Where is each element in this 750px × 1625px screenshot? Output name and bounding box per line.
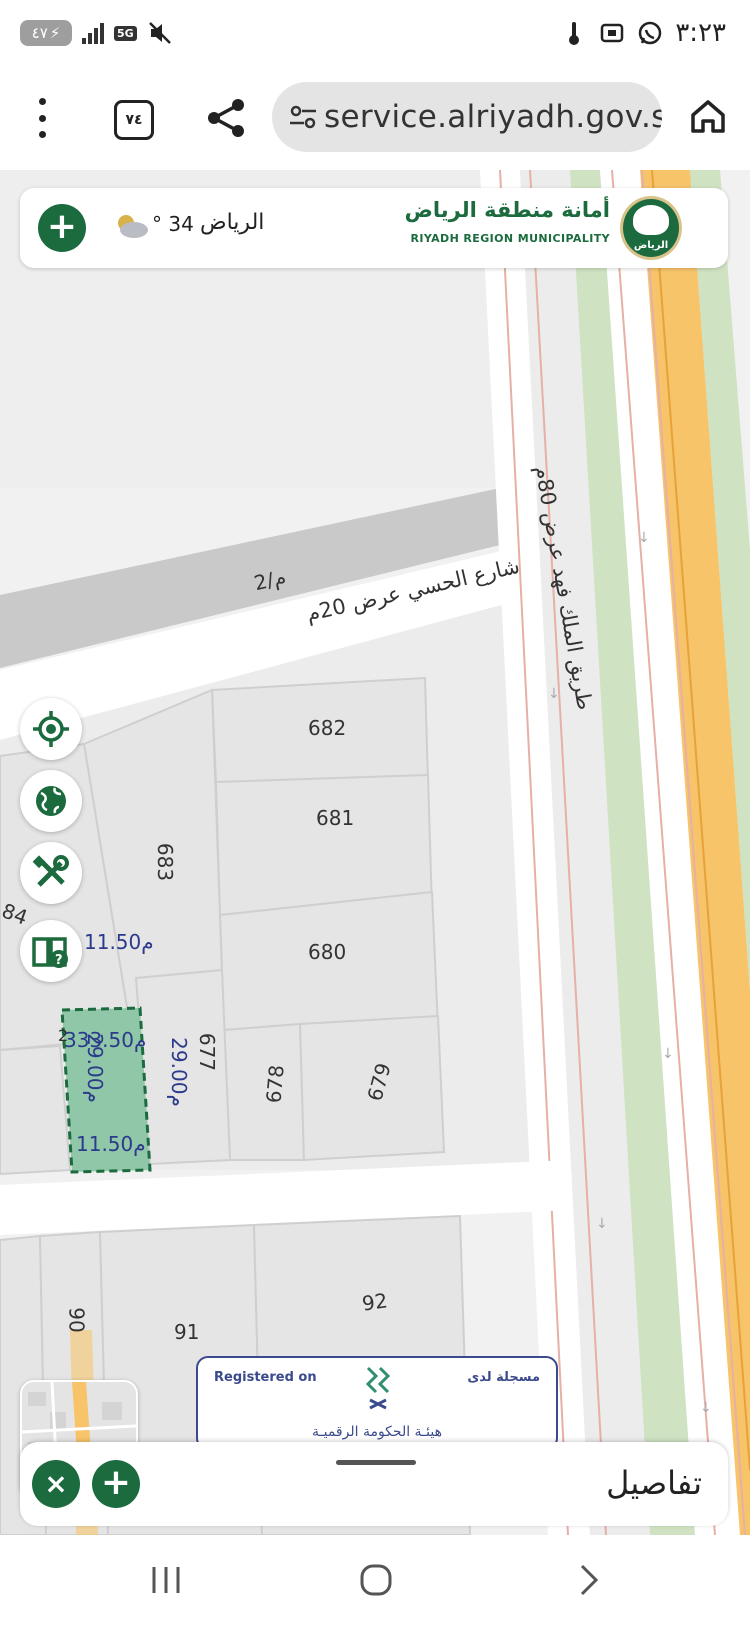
logo-emblem bbox=[633, 205, 669, 235]
city-name: الرياض bbox=[200, 210, 265, 235]
weather-icon bbox=[118, 215, 148, 238]
clock: ٣:٢٣ bbox=[675, 18, 726, 48]
guide-button[interactable]: ? bbox=[20, 920, 82, 982]
tab-count: ٧٤ bbox=[125, 112, 143, 128]
tools-icon bbox=[32, 855, 69, 887]
parcel-678: 678 bbox=[261, 1063, 289, 1105]
parcel-91: 91 bbox=[174, 1320, 200, 1344]
registered-on-label: Registered on bbox=[214, 1370, 317, 1385]
status-right: ٣:٢٣ bbox=[561, 18, 726, 48]
svg-text:↓: ↓ bbox=[596, 1216, 608, 1232]
dimension-bottom: 11.50م bbox=[76, 1132, 146, 1156]
browser-toolbar: ٧٤ service.alriyadh.gov.sa bbox=[0, 70, 750, 170]
svg-text:?: ? bbox=[55, 953, 63, 968]
registration-badge[interactable]: Registered on مسجلة لدى هيئـة الحكومة ال… bbox=[196, 1356, 558, 1450]
add-button-sheet[interactable]: + bbox=[92, 1460, 140, 1508]
svg-text:↓: ↓ bbox=[700, 1400, 712, 1416]
close-button[interactable]: × bbox=[32, 1460, 80, 1508]
status-left: ٤٧ ⚡ 5G bbox=[20, 20, 173, 46]
mute-icon bbox=[148, 22, 171, 44]
tools-button[interactable] bbox=[20, 842, 82, 904]
dimension-left: 29.00م bbox=[82, 1033, 107, 1103]
svg-text:↓: ↓ bbox=[662, 1046, 674, 1062]
status-bar: ٤٧ ⚡ 5G ٣:٢٣ bbox=[0, 0, 750, 70]
site-settings-icon[interactable] bbox=[288, 104, 318, 130]
parcel-682: 682 bbox=[308, 716, 347, 740]
authority-name: هيئـة الحكومة الرقميـة bbox=[312, 1424, 442, 1440]
parcel-90: 90 bbox=[64, 1307, 89, 1333]
menu-icon[interactable] bbox=[30, 98, 54, 138]
dimension-right: 29.00م bbox=[166, 1037, 191, 1107]
sheet-drag-handle[interactable] bbox=[336, 1460, 416, 1465]
parcel-683: 683 bbox=[153, 842, 178, 882]
locate-button[interactable] bbox=[20, 698, 82, 760]
network-type: 5G bbox=[114, 25, 137, 41]
parcel-92: 92 bbox=[360, 1288, 389, 1316]
parcel-680: 680 bbox=[308, 940, 347, 964]
screen-record-icon bbox=[599, 20, 625, 46]
logo-text: الرياض bbox=[633, 240, 669, 251]
org-name-ar: أمانة منطقة الرياض bbox=[404, 198, 610, 222]
home-nav-icon[interactable] bbox=[346, 1557, 406, 1603]
battery-level: ٤٧ bbox=[31, 24, 48, 42]
map-base[interactable]: ↓ ↓ ↓ ↓ ↓ bbox=[0, 170, 750, 1535]
globe-icon bbox=[36, 786, 66, 816]
charging-bolt: ⚡ bbox=[49, 24, 61, 42]
parcel-681: 681 bbox=[316, 806, 355, 830]
header-card: + 34 ° الرياض أمانة منطقة الرياض RIYADH … bbox=[20, 188, 728, 268]
system-nav-bar bbox=[0, 1535, 750, 1625]
registered-on-label-ar: مسجلة لدى bbox=[467, 1370, 540, 1385]
tabs-icon[interactable]: ٧٤ bbox=[114, 100, 154, 140]
add-button[interactable]: + bbox=[38, 204, 86, 252]
recent-apps-icon[interactable] bbox=[136, 1557, 196, 1603]
url-text: service.alriyadh.gov.sa bbox=[324, 99, 662, 135]
share-icon[interactable] bbox=[204, 96, 248, 140]
svg-text:↓: ↓ bbox=[638, 530, 650, 546]
org-name-en: RIYADH REGION MUNICIPALITY bbox=[410, 232, 610, 245]
whatsapp-icon bbox=[637, 20, 663, 46]
sheet-title: تفاصيل bbox=[606, 1464, 702, 1502]
digital-government-logo bbox=[365, 1366, 391, 1410]
thermometer-icon bbox=[561, 20, 587, 46]
parcel-677: 677 bbox=[195, 1032, 220, 1072]
url-bar[interactable]: service.alriyadh.gov.sa bbox=[272, 82, 662, 152]
details-sheet[interactable]: × + تفاصيل bbox=[20, 1442, 728, 1526]
home-icon[interactable] bbox=[688, 96, 728, 136]
signal-icon bbox=[82, 22, 104, 44]
battery-icon: ٤٧ ⚡ bbox=[20, 20, 72, 46]
back-icon[interactable] bbox=[558, 1557, 618, 1603]
municipality-logo: الرياض bbox=[620, 196, 682, 260]
map-view[interactable]: ↓ ↓ ↓ ↓ ↓ شارع الحسي عرض 20م 2/م طريق ال… bbox=[0, 170, 750, 1535]
dimension-top: 11.50م bbox=[84, 930, 154, 954]
guide-book-icon: ? bbox=[32, 937, 68, 968]
svg-text:↓: ↓ bbox=[548, 686, 560, 702]
globe-button[interactable] bbox=[20, 770, 82, 832]
temperature: 34 ° bbox=[152, 212, 194, 236]
locate-icon bbox=[33, 711, 69, 747]
